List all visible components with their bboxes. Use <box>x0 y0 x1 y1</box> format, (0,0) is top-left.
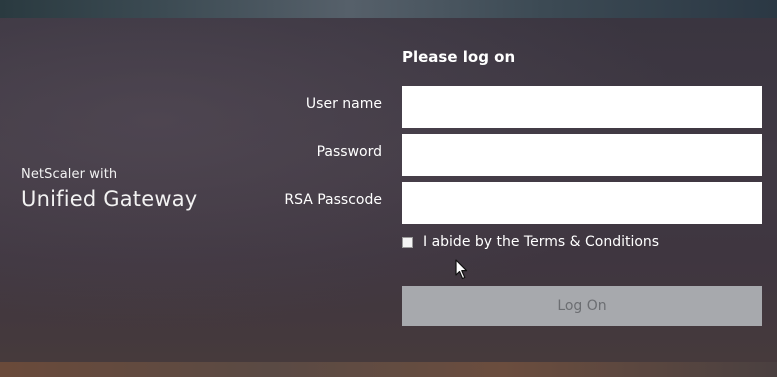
log-on-button[interactable]: Log On <box>402 286 762 326</box>
username-label: User name <box>305 96 382 112</box>
rsa-passcode-input[interactable] <box>402 182 762 224</box>
brand-title: Unified Gateway <box>21 187 198 211</box>
username-input[interactable] <box>402 86 762 128</box>
terms-checkbox[interactable] <box>402 236 413 248</box>
rsa-passcode-label: RSA Passcode <box>284 192 382 208</box>
brand-block: NetScaler with Unified Gateway <box>21 166 197 213</box>
password-input[interactable] <box>402 134 762 176</box>
terms-row: I abide by the Terms & Conditions <box>402 233 659 251</box>
mouse-pointer-icon <box>455 259 468 280</box>
background-bottom-strip <box>0 362 777 377</box>
background-top-strip <box>0 0 777 18</box>
terms-label[interactable]: I abide by the Terms & Conditions <box>423 234 659 250</box>
form-title: Please log on <box>402 48 516 66</box>
brand-subtitle: NetScaler with <box>21 167 118 182</box>
password-label: Password <box>316 144 382 160</box>
